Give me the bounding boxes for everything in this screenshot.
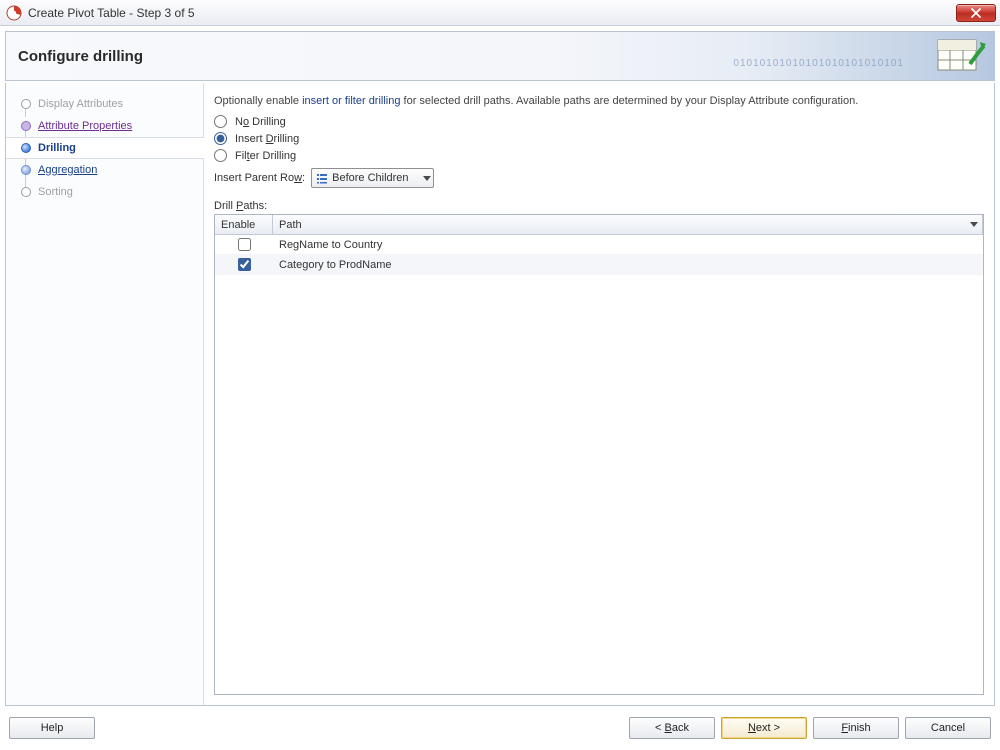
nav-step-display-attributes: Display Attributes — [6, 93, 203, 115]
table-header: Enable Path — [215, 215, 983, 235]
wizard-nav: Display Attributes Attribute Properties … — [6, 83, 204, 705]
radio-filter-drilling[interactable]: Filter Drilling — [214, 149, 984, 162]
help-button[interactable]: Help — [9, 717, 95, 739]
path-cell: RegName to Country — [273, 239, 983, 251]
intro-prefix: Optionally enable — [214, 95, 302, 107]
insert-parent-row-control: Insert Parent Row: Before Children — [214, 168, 984, 188]
col-header-path-label: Path — [279, 219, 302, 231]
step-dot-icon — [21, 143, 31, 153]
insert-parent-row-label: Insert Parent Row: — [214, 172, 305, 184]
path-cell: Category to ProdName — [273, 259, 983, 271]
radio-no-drilling-input[interactable] — [214, 115, 227, 128]
close-button[interactable] — [956, 4, 996, 22]
wizard-content: Optionally enable insert or filter drill… — [204, 83, 994, 705]
insert-parent-row-combo[interactable]: Before Children — [311, 168, 433, 188]
table-row[interactable]: Category to ProdName — [215, 255, 983, 275]
cancel-button[interactable]: Cancel — [905, 717, 991, 739]
col-header-enable[interactable]: Enable — [215, 215, 273, 234]
sort-indicator-icon[interactable] — [970, 222, 978, 227]
pivot-table-icon — [936, 38, 986, 76]
radio-label: No Drilling — [235, 116, 286, 128]
nav-step-attribute-properties[interactable]: Attribute Properties — [6, 115, 203, 137]
chevron-down-icon — [423, 176, 431, 181]
drill-paths-caption: Drill Paths: — [214, 200, 984, 212]
table-body: RegName to Country Category to ProdName — [215, 235, 983, 694]
intro-text: Optionally enable insert or filter drill… — [214, 95, 984, 107]
drilling-mode-group: No Drilling Insert Drilling Filter Drill… — [214, 115, 984, 162]
nav-label: Display Attributes — [36, 98, 123, 110]
app-icon — [6, 5, 22, 21]
nav-label: Sorting — [36, 186, 73, 198]
combo-value: Before Children — [332, 172, 422, 184]
radio-label: Filter Drilling — [235, 150, 296, 162]
titlebar: Create Pivot Table - Step 3 of 5 — [0, 0, 1000, 26]
wizard-body: Display Attributes Attribute Properties … — [5, 83, 995, 706]
next-button[interactable]: Next > — [721, 717, 807, 739]
intro-suffix: for selected drill paths. Available path… — [400, 95, 858, 107]
radio-filter-drilling-input[interactable] — [214, 149, 227, 162]
table-row[interactable]: RegName to Country — [215, 235, 983, 255]
finish-button[interactable]: Finish — [813, 717, 899, 739]
nav-step-aggregation[interactable]: Aggregation — [6, 159, 203, 181]
radio-label: Insert Drilling — [235, 133, 299, 145]
radio-insert-drilling-input[interactable] — [214, 132, 227, 145]
drill-paths-table: Enable Path RegName to Country Category … — [214, 214, 984, 695]
step-dot-icon — [21, 165, 31, 175]
drill-paths-section: Drill Paths: Enable Path RegName to Coun… — [214, 200, 984, 695]
window-title: Create Pivot Table - Step 3 of 5 — [28, 6, 956, 20]
nav-link[interactable]: Attribute Properties — [38, 120, 132, 132]
nav-step-sorting: Sorting — [6, 181, 203, 203]
list-icon — [316, 172, 328, 184]
step-dot-icon — [21, 121, 31, 131]
nav-label: Drilling — [36, 142, 76, 154]
close-icon — [970, 8, 982, 18]
enable-checkbox[interactable] — [238, 238, 251, 251]
step-dot-icon — [21, 99, 31, 109]
button-label: Help — [41, 722, 64, 734]
wizard-header: Configure drilling 010101010101010101010… — [5, 31, 995, 81]
back-button[interactable]: < Back — [629, 717, 715, 739]
header-decor: 01010101010101010101010101 — [733, 58, 904, 69]
button-label: < Back — [655, 722, 689, 734]
radio-insert-drilling[interactable]: Insert Drilling — [214, 132, 984, 145]
enable-checkbox[interactable] — [238, 258, 251, 271]
radio-no-drilling[interactable]: No Drilling — [214, 115, 984, 128]
button-label: Cancel — [931, 722, 965, 734]
button-label: Next > — [748, 722, 780, 734]
insert-or-filter-drilling-link[interactable]: insert or filter drilling — [302, 95, 400, 107]
nav-link[interactable]: Aggregation — [38, 164, 97, 176]
col-header-path[interactable]: Path — [273, 215, 983, 234]
nav-step-drilling: Drilling — [6, 137, 204, 159]
button-label: Finish — [841, 722, 870, 734]
page-title: Configure drilling — [18, 48, 143, 65]
step-dot-icon — [21, 187, 31, 197]
wizard-footer: Help < Back Next > Finish Cancel — [5, 712, 995, 744]
